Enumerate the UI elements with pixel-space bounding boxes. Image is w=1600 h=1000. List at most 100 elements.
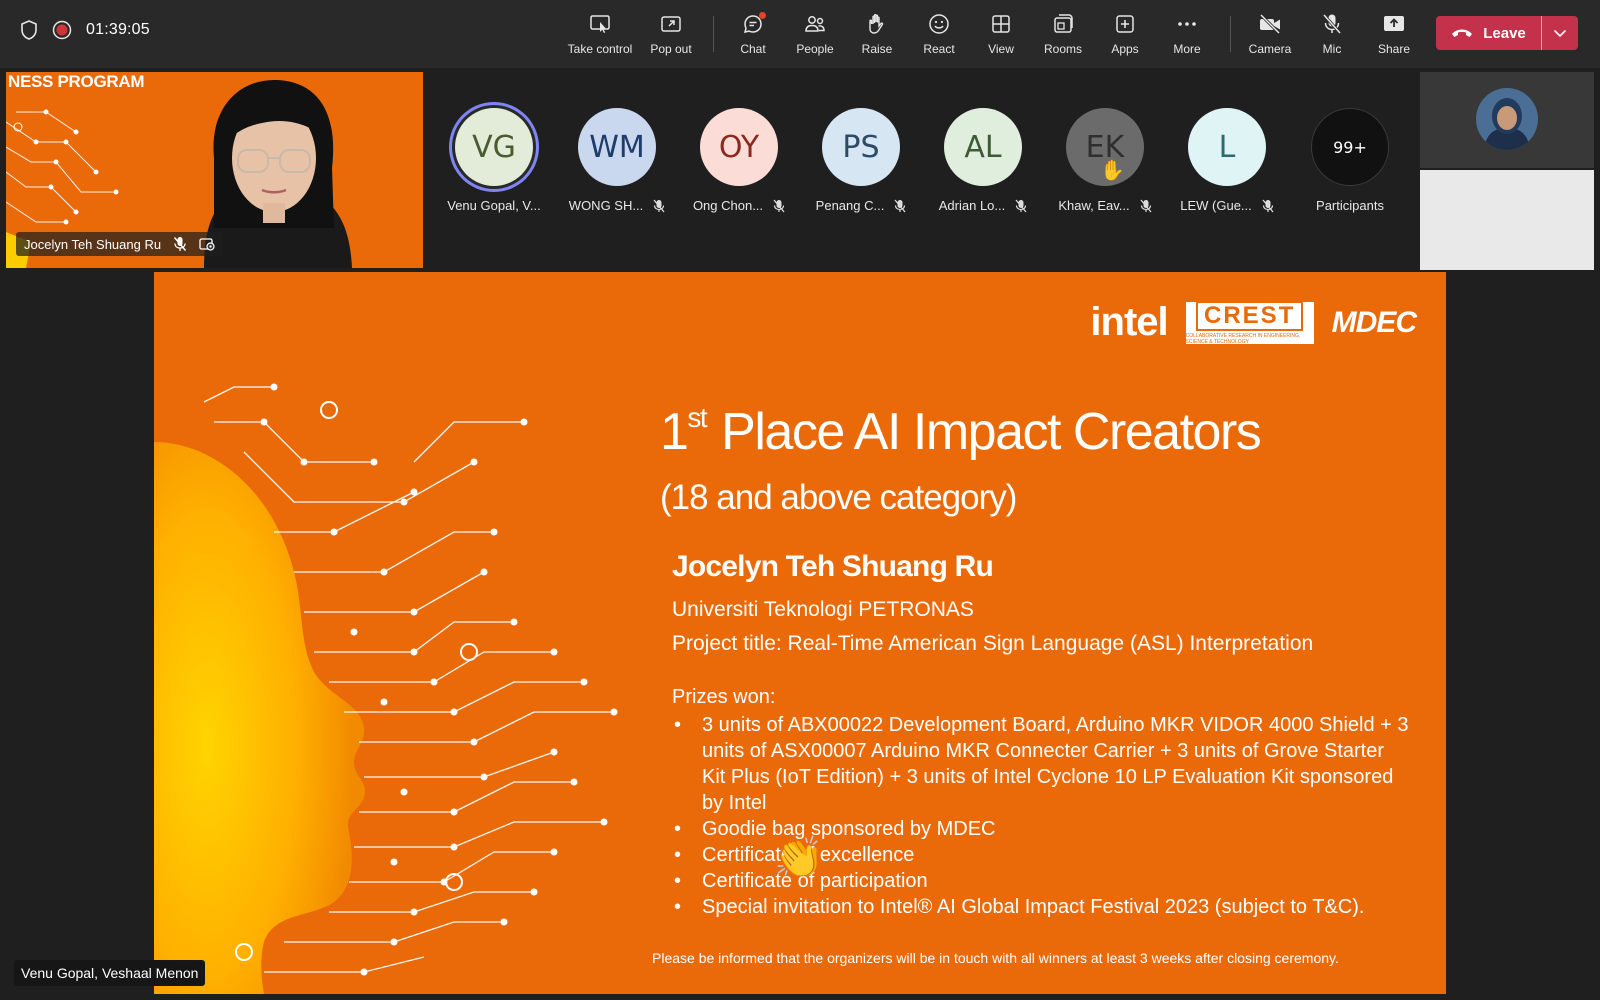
add-app-icon — [1116, 15, 1134, 33]
self-video-name: Jocelyn Teh Shuang Ru — [24, 236, 162, 252]
share-label: Share — [1377, 42, 1411, 56]
take-control-label: Take control — [567, 42, 633, 56]
camera-off-icon — [1259, 13, 1281, 35]
pinned-participant-tile[interactable] — [1420, 72, 1594, 168]
leave-button-group: Leave — [1436, 16, 1578, 50]
ai-head-illustration — [154, 383, 618, 994]
participant-name: Khaw, Eav... — [1058, 198, 1130, 213]
background-effects-icon — [199, 238, 215, 251]
meeting-status: 01:39:05 — [20, 20, 150, 40]
react-label: React — [923, 42, 955, 56]
participant-name: Ong Chon... — [692, 198, 764, 213]
title-ordinal: 1 — [660, 403, 689, 461]
participant-avatar: EK ✋ — [1066, 108, 1144, 186]
take-control-button[interactable]: Take control — [562, 12, 638, 60]
apps-label: Apps — [1111, 42, 1139, 56]
leave-label: Leave — [1483, 24, 1526, 42]
prizes-list: 3 units of ABX00022 Development Board, A… — [672, 712, 1412, 920]
recording-icon — [52, 20, 72, 40]
crest-logo: CREST COLLABORATIVE RESEARCH IN ENGINEER… — [1185, 300, 1314, 345]
unread-indicator — [759, 12, 766, 19]
shared-screen: intel CREST COLLABORATIVE RESEARCH IN EN… — [154, 272, 1446, 994]
mic-off-icon — [894, 199, 906, 212]
participant-tile[interactable]: WM WONG SH... — [557, 108, 677, 213]
share-screen-icon — [1384, 16, 1404, 31]
mic-off-icon — [1262, 199, 1274, 212]
video-background-banner: NESS PROGRAM — [8, 72, 145, 91]
participant-avatar: VG — [455, 108, 533, 186]
mic-off-icon — [174, 237, 187, 251]
leave-options-button[interactable] — [1542, 16, 1578, 50]
participants-count-badge: 99+ — [1311, 108, 1389, 186]
participants-overflow-button[interactable]: 99+ Participants — [1290, 108, 1410, 213]
take-control-icon — [590, 15, 610, 33]
leave-button[interactable]: Leave — [1436, 16, 1541, 50]
winner-name: Jocelyn Teh Shuang Ru — [672, 550, 994, 583]
pop-out-label: Pop out — [650, 42, 692, 56]
participant-avatar: L — [1188, 108, 1266, 186]
raised-hand-icon: ✋ — [1100, 158, 1125, 182]
more-button[interactable]: More — [1149, 12, 1225, 60]
winner-university: Universiti Teknologi PETRONAS — [672, 598, 974, 621]
people-label: People — [796, 42, 834, 56]
more-dots-icon — [1178, 22, 1196, 26]
chat-label: Chat — [740, 42, 766, 56]
project-title: Project title: Real-Time American Sign L… — [672, 632, 1314, 655]
raise-hand-icon — [869, 14, 884, 34]
participant-tile[interactable]: PS Penang C... — [801, 108, 921, 213]
grid-view-icon — [992, 15, 1010, 33]
self-video-tile[interactable]: NESS PROGRAM Jocelyn Teh Shuang Ru — [6, 72, 423, 268]
participant-name-row: WONG SH... — [557, 198, 677, 213]
prize-item: Special invitation to Intel® AI Global I… — [672, 894, 1412, 920]
slide-title: 1st Place AI Impact Creators — [660, 402, 1262, 462]
sponsor-logos: intel CREST COLLABORATIVE RESEARCH IN EN… — [1090, 300, 1417, 345]
mdec-logo: MDEC — [1331, 305, 1417, 339]
prizes-heading: Prizes won: — [672, 686, 776, 708]
participant-name: Penang C... — [815, 198, 885, 213]
slide-subtitle: (18 and above category) — [660, 478, 1017, 517]
pop-out-button[interactable]: Pop out — [633, 12, 709, 60]
participant-initials: PS — [842, 129, 880, 165]
clap-reaction-icon: 👏 — [774, 836, 824, 880]
pop-out-icon — [661, 16, 681, 32]
participant-tile[interactable]: EK ✋ Khaw, Eav... — [1045, 108, 1165, 213]
shield-icon — [20, 20, 38, 40]
intel-logo: intel — [1090, 300, 1168, 344]
participant-tile[interactable]: VG Venu Gopal, V... — [434, 108, 554, 213]
participant-initials: L — [1218, 129, 1236, 165]
participant-avatar: PS — [822, 108, 900, 186]
chevron-down-icon — [1553, 29, 1567, 38]
title-text: Place AI Impact Creators — [721, 403, 1262, 461]
participant-initials: VG — [472, 129, 516, 165]
camera-label: Camera — [1248, 42, 1292, 56]
raise-label: Raise — [861, 42, 893, 56]
mic-off-icon — [773, 199, 785, 212]
mic-off-icon — [1015, 199, 1027, 212]
mic-label: Mic — [1322, 42, 1342, 56]
participant-video-placeholder — [1420, 170, 1594, 270]
participant-initials: OY — [718, 129, 760, 165]
presenter-name-tag: Venu Gopal, Veshaal Menon — [14, 960, 206, 986]
participant-name-row: Khaw, Eav... — [1045, 198, 1165, 213]
meeting-toolbar: 01:39:05 Take control Pop out Chat Peopl… — [0, 0, 1600, 68]
participant-initials: WM — [589, 129, 645, 165]
participant-tile[interactable]: AL Adrian Lo... — [923, 108, 1043, 213]
title-ordinal-suffix: st — [687, 402, 707, 433]
participant-avatar: OY — [700, 108, 778, 186]
crest-logo-tagline: COLLABORATIVE RESEARCH IN ENGINEERING, S… — [1185, 332, 1301, 345]
rooms-icon — [1054, 14, 1073, 33]
participant-name-row: Ong Chon... — [679, 198, 799, 213]
participants-count: 99+ — [1333, 137, 1367, 157]
participant-tile[interactable]: L LEW (Gue... — [1167, 108, 1287, 213]
participant-name-row: Penang C... — [801, 198, 921, 213]
participants-overflow-label: Participants — [1316, 198, 1384, 213]
more-label: More — [1173, 42, 1201, 56]
meeting-timer: 01:39:05 — [86, 21, 150, 38]
share-button[interactable]: Share — [1356, 12, 1432, 60]
participant-name: Adrian Lo... — [938, 198, 1006, 213]
mic-off-icon — [653, 199, 665, 212]
participant-tile[interactable]: OY Ong Chon... — [679, 108, 799, 213]
toolbar-divider — [1230, 16, 1231, 52]
slide-footnote: Please be informed that the organizers w… — [652, 950, 1339, 966]
participant-name: Venu Gopal, V... — [447, 198, 541, 213]
